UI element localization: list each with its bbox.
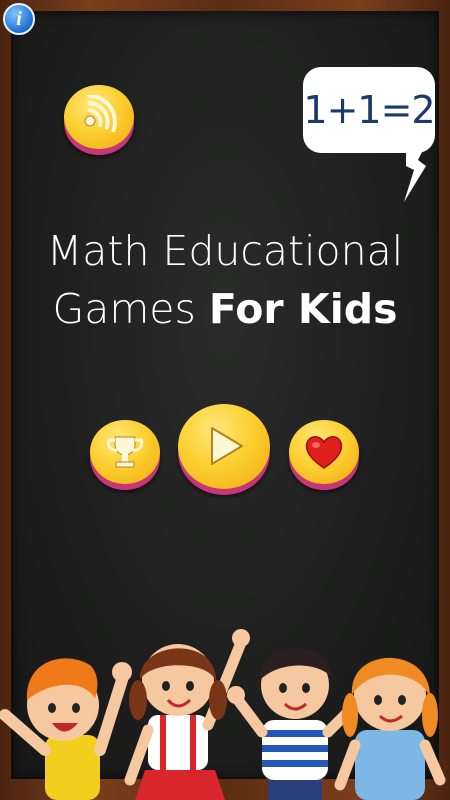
- heart-icon: [305, 436, 343, 470]
- bubble-tail: [404, 140, 428, 202]
- favorite-button[interactable]: [289, 420, 359, 490]
- sound-icon: [84, 95, 117, 133]
- leaderboard-button[interactable]: [90, 420, 160, 490]
- trophy-icon: [106, 436, 144, 468]
- kids-illustration: [0, 629, 446, 800]
- title-line-2: Games For Kids: [0, 280, 450, 338]
- info-icon: i: [16, 7, 22, 30]
- kid-orange-hair: [0, 658, 132, 800]
- equation-text: 1+1=2: [303, 88, 435, 132]
- game-title: Math Educational Games For Kids: [0, 222, 450, 338]
- play-icon: [211, 427, 243, 466]
- sound-button[interactable]: [64, 85, 134, 155]
- title-line-2-light: Games: [52, 285, 209, 333]
- play-button[interactable]: [178, 404, 270, 496]
- title-line-1: Math Educational: [46, 227, 404, 275]
- kid-orange-hair-girl: [334, 657, 446, 800]
- kid-brown-hair-girl: [124, 629, 250, 800]
- info-button[interactable]: i: [3, 3, 35, 35]
- title-line-2-bold: For Kids: [208, 285, 398, 333]
